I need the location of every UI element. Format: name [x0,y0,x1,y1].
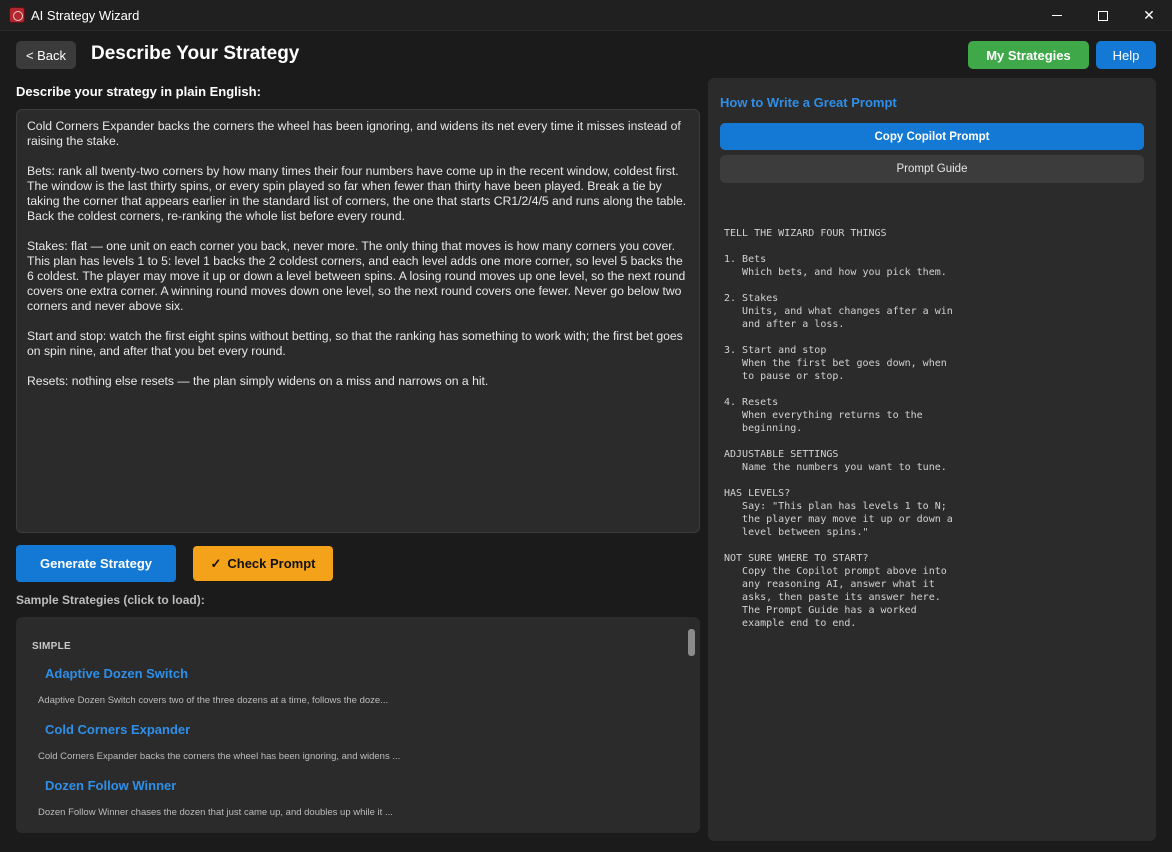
guide-title: How to Write a Great Prompt [720,95,897,110]
strategy-paragraph-start-stop: Start and stop: watch the first eight sp… [27,329,683,358]
strategy-description-input[interactable]: Cold Corners Expander backs the corners … [16,109,700,533]
sample-item-description: Dozen Follow Winner chases the dozen tha… [38,807,393,818]
help-button[interactable]: Help [1096,41,1156,69]
page-title: Describe Your Strategy [91,43,300,64]
strategy-paragraph-stakes: Stakes: flat — one unit on each corner y… [27,239,686,313]
sample-item-dozen-follow-winner[interactable]: Dozen Follow Winner [45,778,176,793]
strategy-paragraph-intro: Cold Corners Expander backs the corners … [27,119,681,148]
generate-strategy-button[interactable]: Generate Strategy [16,545,176,582]
close-button[interactable]: ✕ [1126,0,1172,31]
app-icon [9,7,25,23]
my-strategies-button[interactable]: My Strategies [968,41,1089,69]
sample-item-description: Cold Corners Expander backs the corners … [38,751,401,762]
sample-item-cold-corners-expander[interactable]: Cold Corners Expander [45,722,190,737]
close-icon: ✕ [1143,7,1155,23]
sample-strategies-label: Sample Strategies (click to load): [16,593,205,607]
checkmark-icon: ✓ [210,555,222,571]
back-button[interactable]: < Back [16,41,76,69]
prompt-guide-panel: How to Write a Great Prompt Copy Copilot… [708,78,1156,841]
sample-item-adaptive-dozen-switch[interactable]: Adaptive Dozen Switch [45,666,188,681]
strategy-input-label: Describe your strategy in plain English: [16,84,261,99]
window-title: AI Strategy Wizard [31,8,140,23]
check-prompt-button[interactable]: ✓ Check Prompt [193,546,333,581]
copy-copilot-prompt-button[interactable]: Copy Copilot Prompt [720,123,1144,150]
minimize-icon [1052,15,1062,16]
maximize-icon [1098,10,1108,21]
strategy-paragraph-resets: Resets: nothing else resets — the plan s… [27,374,489,388]
maximize-button[interactable] [1080,0,1126,31]
prompt-guide-button[interactable]: Prompt Guide [720,155,1144,183]
sample-item-description: Adaptive Dozen Switch covers two of the … [38,695,389,706]
samples-scrollbar[interactable] [688,629,695,656]
section-label-simple: SIMPLE [32,641,72,652]
guide-instructions-text: TELL THE WIZARD FOUR THINGS 1. Bets Whic… [724,228,953,629]
check-prompt-label: Check Prompt [227,556,316,571]
window-titlebar: AI Strategy Wizard ✕ [0,0,1172,31]
minimize-button[interactable] [1034,0,1080,31]
sample-strategies-list[interactable]: SIMPLE Adaptive Dozen Switch Adaptive Do… [16,617,700,833]
strategy-paragraph-bets: Bets: rank all twenty-two corners by how… [27,164,687,223]
